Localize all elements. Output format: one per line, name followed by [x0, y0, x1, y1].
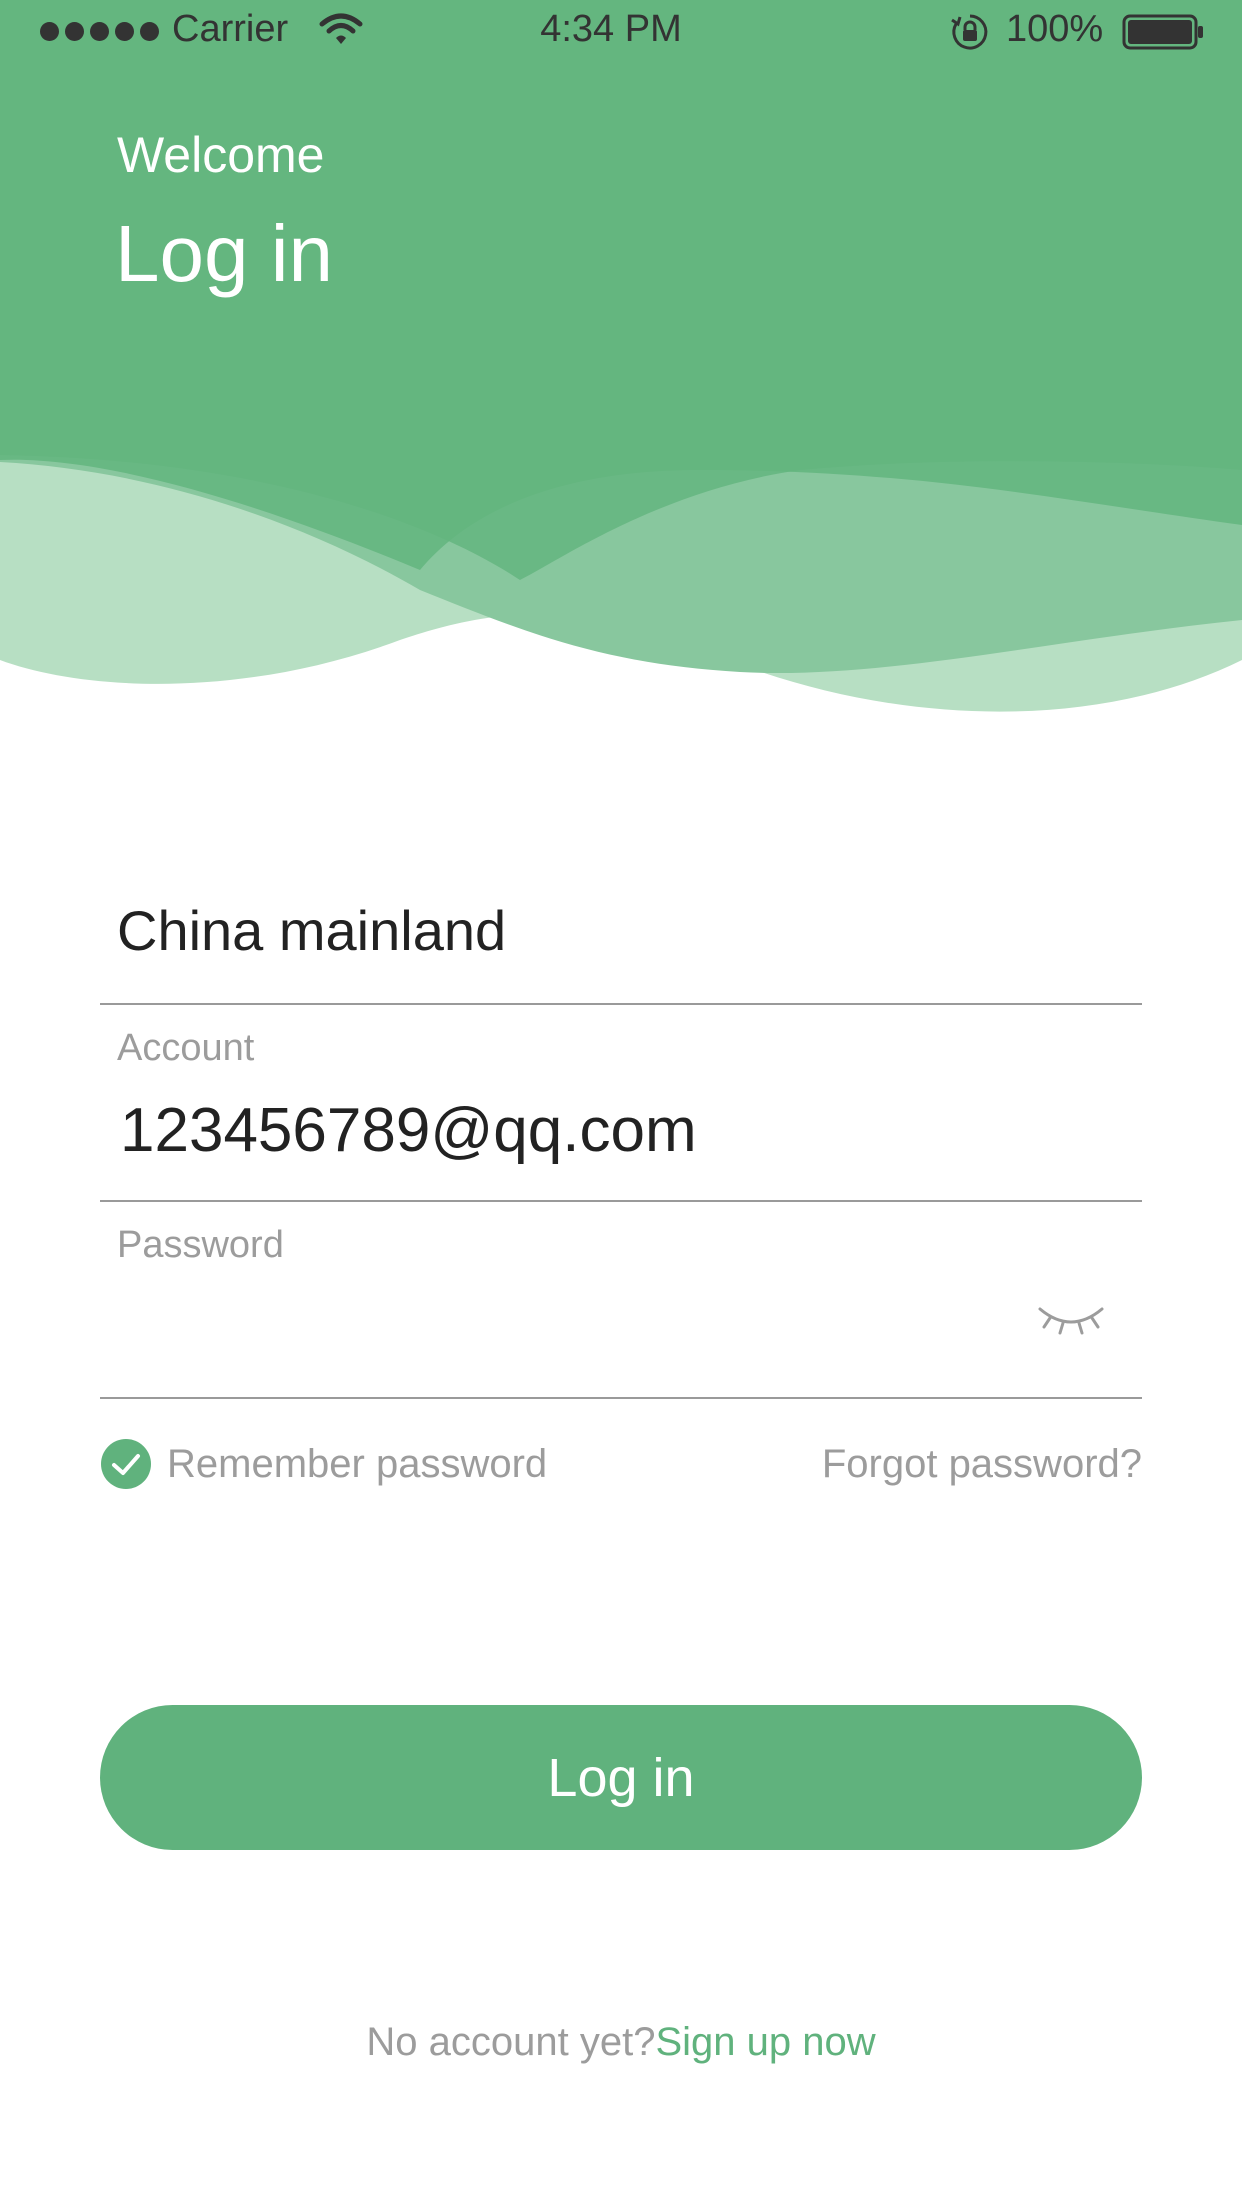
account-field[interactable]: Account 123456789@qq.com [100, 1005, 1142, 1202]
password-label: Password [117, 1224, 284, 1266]
remember-row: Remember password Forgot password? [100, 1438, 1142, 1490]
account-label: Account [117, 1027, 255, 1069]
header-wave-background [0, 0, 1242, 740]
page-title: Log in [115, 209, 333, 298]
signup-row: No account yet?Sign up now [0, 2020, 1242, 2065]
region-value: China mainland [117, 899, 507, 962]
check-circle-icon[interactable] [100, 1438, 152, 1495]
remember-password-label[interactable]: Remember password [167, 1442, 547, 1487]
forgot-password-link[interactable]: Forgot password? [822, 1442, 1142, 1487]
signup-link[interactable]: Sign up now [655, 2020, 875, 2064]
welcome-text: Welcome [117, 127, 325, 183]
password-field[interactable]: Password [100, 1202, 1142, 1399]
header-banner: Carrier 4:34 PM 100% Welcome Log in [0, 0, 1242, 740]
eye-closed-icon[interactable] [1038, 1303, 1104, 1342]
login-button[interactable]: Log in [100, 1705, 1142, 1850]
rotation-lock-icon [950, 12, 990, 62]
status-bar: Carrier 4:34 PM 100% [0, 0, 1242, 62]
battery-icon [1122, 14, 1206, 60]
signup-prompt: No account yet? [366, 2020, 656, 2064]
region-selector[interactable]: China mainland [100, 868, 1142, 1005]
account-input[interactable]: 123456789@qq.com [120, 1095, 697, 1166]
battery-percent: 100% [1006, 8, 1104, 50]
